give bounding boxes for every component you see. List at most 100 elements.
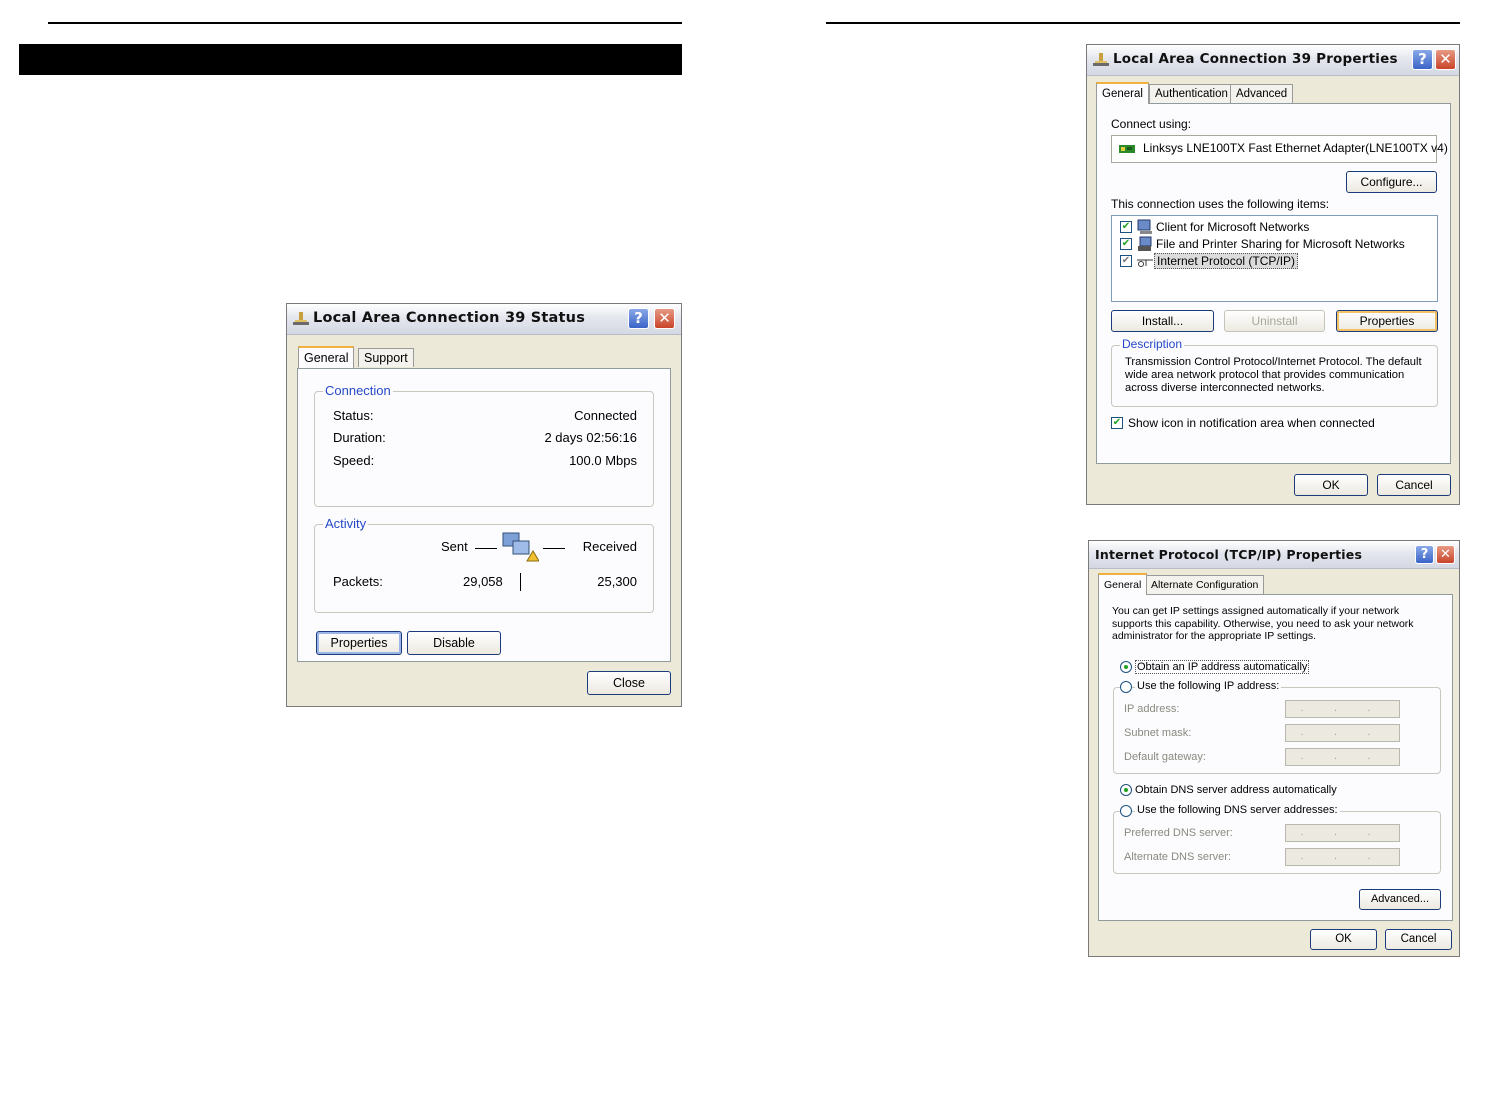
item-checkbox[interactable]: ✔ [1120, 255, 1132, 267]
cancel-button[interactable]: Cancel [1385, 929, 1452, 950]
tab-general[interactable]: General [1098, 573, 1148, 595]
items-label: This connection uses the following items… [1111, 197, 1330, 211]
list-item[interactable]: ✔ Client for Microsoft Networks [1112, 219, 1437, 236]
packets-label: Packets: [333, 574, 383, 589]
list-item[interactable]: ✔ Internet Protocol (TCP/IP) [1112, 253, 1437, 270]
help-icon[interactable]: ? [628, 308, 649, 329]
status-title: Local Area Connection 39 Status [313, 310, 586, 326]
advanced-button[interactable]: Advanced... [1359, 889, 1441, 910]
sent-label: Sent [441, 539, 468, 554]
subnet-mask-input[interactable]: . . . [1285, 724, 1400, 742]
items-list[interactable]: ✔ Client for Microsoft Networks ✔ File a… [1111, 215, 1438, 302]
tcpip-titlebar[interactable]: Internet Protocol (TCP/IP) Properties ? … [1089, 541, 1459, 569]
item-checkbox[interactable]: ✔ [1120, 238, 1132, 250]
show-icon-label: Show icon in notification area when conn… [1128, 416, 1375, 430]
tab-general[interactable]: General [1096, 82, 1149, 104]
use-dns-label: Use the following DNS server addresses: [1135, 804, 1340, 816]
list-item-label: Client for Microsoft Networks [1156, 220, 1310, 234]
adapter-name: Linksys LNE100TX Fast Ethernet Adapter(L… [1143, 141, 1448, 155]
top-rule-left [48, 22, 682, 24]
activity-group: Activity Sent Received Packets: 29,058 2… [314, 516, 654, 613]
ok-button[interactable]: OK [1310, 929, 1377, 950]
obtain-dns-radio[interactable] [1120, 784, 1132, 796]
tab-advanced[interactable]: Advanced [1230, 84, 1294, 103]
adapter-field: Linksys LNE100TX Fast Ethernet Adapter(L… [1111, 135, 1448, 163]
use-dns-radio[interactable] [1120, 805, 1132, 817]
default-gateway-input[interactable]: . . . [1285, 748, 1400, 766]
received-line [543, 548, 565, 549]
use-ip-radio[interactable] [1120, 681, 1132, 693]
network-connection-icon [1093, 53, 1109, 66]
received-label: Received [582, 539, 637, 554]
status-label: Status: [333, 408, 374, 423]
connect-using-label: Connect using: [1111, 117, 1192, 131]
intro-text: You can get IP settings assigned automat… [1112, 605, 1414, 642]
section-header-bar [19, 44, 682, 75]
close-icon[interactable]: ✕ [654, 308, 675, 329]
description-text: Transmission Control Protocol/Internet P… [1125, 356, 1422, 394]
duration-label: Duration: [333, 430, 386, 445]
packets-sent-value: 29,058 [463, 574, 503, 589]
obtain-dns-label: Obtain DNS server address automatically [1135, 784, 1337, 796]
tab-general[interactable]: General [298, 346, 355, 368]
speed-value: 100.0 Mbps [569, 453, 637, 468]
use-ip-label: Use the following IP address: [1135, 680, 1282, 692]
printer-sharing-icon [1138, 236, 1152, 251]
help-icon[interactable]: ? [1412, 49, 1433, 70]
properties-titlebar[interactable]: Local Area Connection 39 Properties ? ✕ [1087, 45, 1459, 76]
properties-title: Local Area Connection 39 Properties [1113, 51, 1398, 67]
connection-group: Connection Status: Connected Duration: 2… [314, 383, 654, 507]
packets-divider [520, 573, 521, 591]
alternate-dns-label: Alternate DNS server: [1124, 851, 1231, 863]
tab-authentication[interactable]: Authentication [1149, 84, 1234, 103]
properties-general-panel: Connect using: Linksys LNE100TX Fast Eth… [1096, 103, 1451, 464]
show-icon-checkbox[interactable]: ✔ [1111, 417, 1123, 429]
description-group: Description Transmission Control Protoco… [1111, 337, 1438, 407]
status-window: Local Area Connection 39 Status ? ✕ Gene… [286, 303, 682, 707]
connection-group-label: Connection [323, 383, 393, 398]
description-group-label: Description [1120, 337, 1185, 351]
tcpip-title: Internet Protocol (TCP/IP) Properties [1095, 547, 1363, 562]
tab-alternate-configuration[interactable]: Alternate Configuration [1145, 575, 1265, 594]
close-icon[interactable]: ✕ [1435, 49, 1456, 70]
list-item[interactable]: ✔ File and Printer Sharing for Microsoft… [1112, 236, 1437, 253]
packets-received-value: 25,300 [597, 574, 637, 589]
obtain-ip-radio[interactable] [1120, 661, 1132, 673]
subnet-mask-label: Subnet mask: [1124, 727, 1192, 739]
ok-button[interactable]: OK [1294, 474, 1368, 496]
protocol-icon [1137, 259, 1153, 267]
close-icon[interactable]: ✕ [1436, 545, 1455, 564]
activity-group-label: Activity [323, 516, 369, 531]
network-connection-icon [293, 312, 309, 325]
sent-line [475, 548, 497, 549]
default-gateway-label: Default gateway: [1124, 751, 1206, 763]
tcpip-general-panel: You can get IP settings assigned automat… [1098, 594, 1453, 921]
tcpip-properties-window: Internet Protocol (TCP/IP) Properties ? … [1088, 540, 1460, 957]
install-button[interactable]: Install... [1111, 310, 1214, 332]
status-value: Connected [574, 408, 637, 423]
close-button[interactable]: Close [587, 671, 671, 695]
item-properties-button[interactable]: Properties [1336, 310, 1438, 332]
cancel-button[interactable]: Cancel [1377, 474, 1451, 496]
preferred-dns-label: Preferred DNS server: [1124, 827, 1233, 839]
properties-button[interactable]: Properties [316, 631, 402, 655]
uninstall-button[interactable]: Uninstall [1224, 310, 1325, 332]
help-icon[interactable]: ? [1415, 545, 1434, 564]
status-titlebar[interactable]: Local Area Connection 39 Status ? ✕ [287, 304, 681, 335]
alternate-dns-input[interactable]: . . . [1285, 848, 1400, 866]
speed-label: Speed: [333, 453, 375, 468]
list-item-label: File and Printer Sharing for Microsoft N… [1156, 237, 1405, 251]
preferred-dns-input[interactable]: . . . [1285, 824, 1400, 842]
configure-button[interactable]: Configure... [1346, 171, 1437, 193]
status-general-panel: Connection Status: Connected Duration: 2… [297, 368, 671, 662]
computer-icon [1137, 219, 1152, 234]
duration-value: 2 days 02:56:16 [544, 430, 637, 445]
network-adapter-icon [1119, 145, 1135, 153]
network-activity-icon [502, 532, 539, 562]
ip-address-label: IP address: [1124, 703, 1180, 715]
tab-support[interactable]: Support [358, 348, 414, 367]
item-checkbox[interactable]: ✔ [1120, 221, 1132, 233]
list-item-label: Internet Protocol (TCP/IP) [1154, 253, 1299, 269]
ip-address-input[interactable]: . . . [1285, 700, 1400, 718]
disable-button[interactable]: Disable [407, 631, 501, 655]
